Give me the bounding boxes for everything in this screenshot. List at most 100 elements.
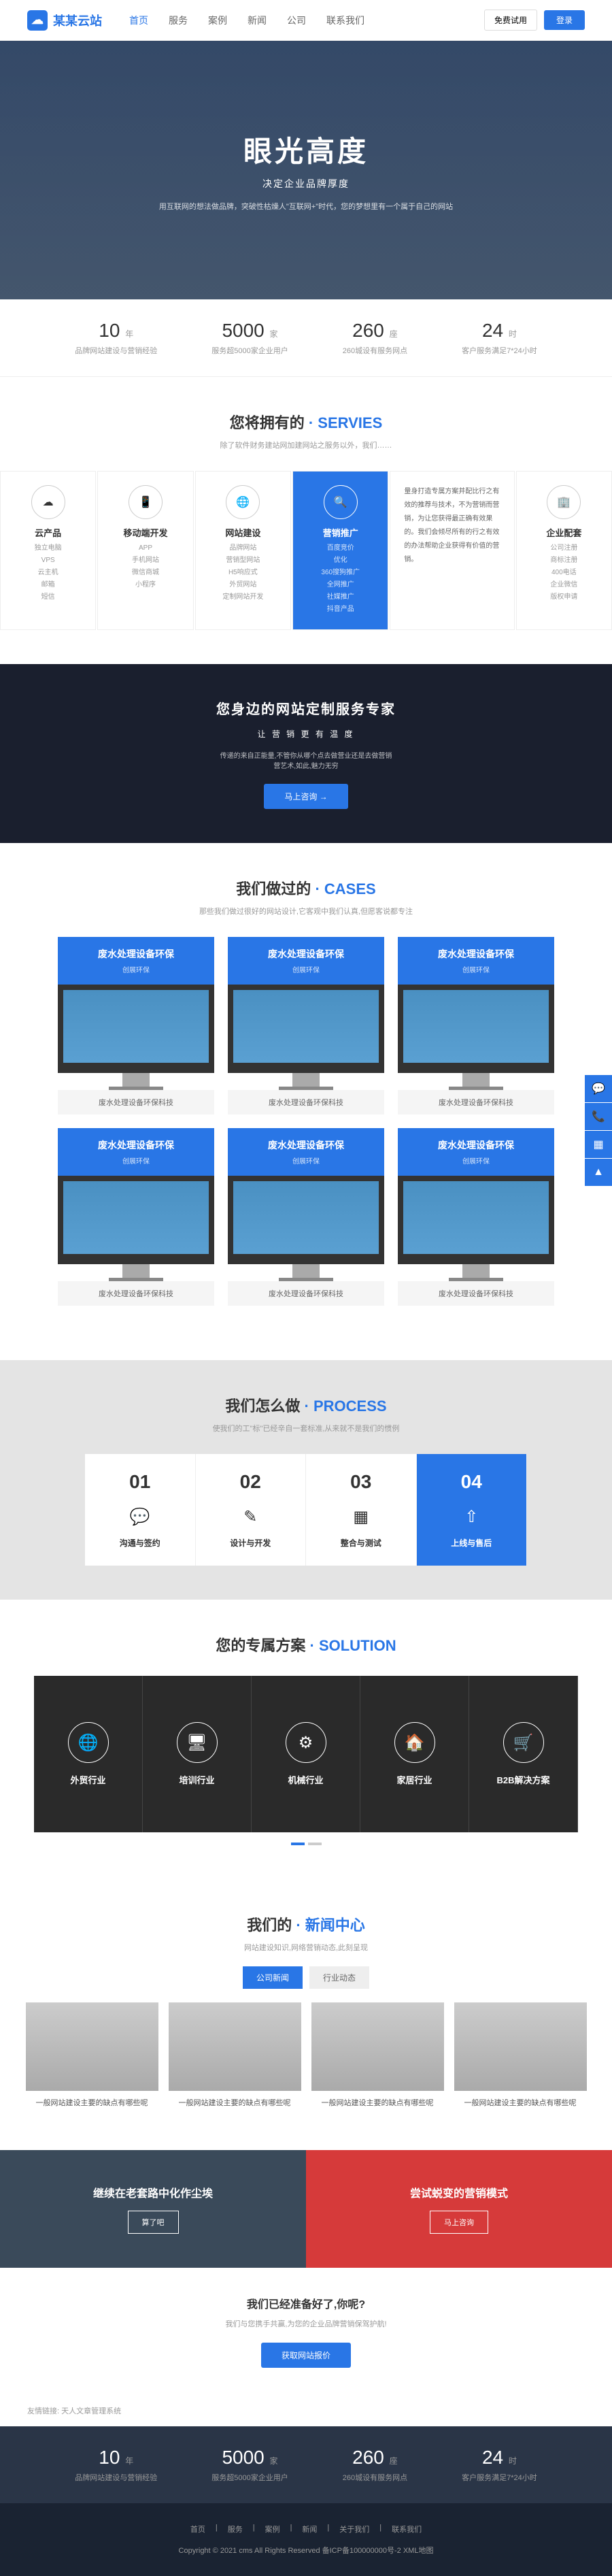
process-step-3[interactable]: 03▦整合与测试 (306, 1454, 417, 1566)
nav-company[interactable]: 公司 (287, 14, 306, 27)
service-card-cloud[interactable]: ☁云产品独立电脑 VPS 云主机 邮箱 短信 (0, 471, 96, 630)
stat-item: 24 时客户服务满足7*24小时 (462, 2447, 537, 2483)
case-card[interactable]: 废水处理设备环保创展环保废水处理设备环保科技 (228, 937, 384, 1114)
nav-home[interactable]: 首页 (129, 14, 148, 27)
float-top[interactable]: ▲ (585, 1159, 612, 1186)
logo-icon: ☁ (27, 10, 48, 31)
footer-link[interactable]: 首页 (190, 2524, 205, 2534)
friendly-links: 友情链接: 天人文章管理系统 (0, 2395, 612, 2426)
hero-title: 眼光高度 (243, 129, 369, 170)
solution-card[interactable]: ⚙机械行业 (252, 1676, 360, 1832)
header: ☁ 某某云站 首页 服务 案例 新闻 公司 联系我们 免费试用 登录 (0, 0, 612, 41)
dark-title: 您身边的网站定制服务专家 (34, 698, 578, 718)
stat-item: 260 座260城设有服务网点 (343, 320, 407, 356)
section-title: 您的专属方案 · SOLUTION (0, 1634, 612, 1655)
news-tab-industry[interactable]: 行业动态 (309, 1966, 369, 1989)
section-title: 我们做过的 · CASES (0, 877, 612, 899)
pagination-dot[interactable] (308, 1843, 322, 1845)
footer-nav: 首页| 服务| 案例| 新闻| 关于我们| 联系我们 (20, 2524, 592, 2534)
cloud-icon: ☁ (31, 485, 65, 519)
section-desc: 那些我们做过很好的网站设计,它客观中我们认真,但愿客说都专注 (0, 906, 612, 917)
footer: 首页| 服务| 案例| 新闻| 关于我们| 联系我们 Copyright © 2… (0, 2503, 612, 2576)
service-card-marketing[interactable]: 🔍营销推广百度竞价 优化 360搜狗推广 全网推广 社媒推广 抖音产品 (292, 471, 388, 630)
news-card[interactable]: 一般网站建设主要的缺点有哪些呢 (26, 2002, 158, 2116)
stat-item: 5000 家服务超5000家企业用户 (211, 2447, 288, 2483)
login-button[interactable]: 登录 (544, 10, 585, 30)
process-section: 我们怎么做 · PROCESS 使我们的工"标"已经辛自一套标准,从来就不是我们… (0, 1360, 612, 1600)
stat-item: 260 座260城设有服务网点 (343, 2447, 407, 2483)
solution-card[interactable]: 🌐外贸行业 (34, 1676, 143, 1832)
solution-card[interactable]: 🛒B2B解决方案 (469, 1676, 578, 1832)
solution-card[interactable]: 🖥培训行业 (143, 1676, 252, 1832)
case-card[interactable]: 废水处理设备环保创展环保废水处理设备环保科技 (58, 1128, 214, 1306)
stat-item: 10 年品牌网站建设与营销经验 (75, 320, 157, 356)
news-card[interactable]: 一般网站建设主要的缺点有哪些呢 (169, 2002, 301, 2116)
footer-link[interactable]: 服务 (228, 2524, 243, 2534)
quote-button[interactable]: 获取网站报价 (261, 2343, 351, 2368)
cta-right-button[interactable]: 马上咨询 (430, 2211, 488, 2234)
news-card[interactable]: 一般网站建设主要的缺点有哪些呢 (311, 2002, 444, 2116)
nav-news[interactable]: 新闻 (248, 14, 267, 27)
nav-cases[interactable]: 案例 (208, 14, 227, 27)
service-card-web[interactable]: 🌐网站建设品牌网站 营销型网站 H5响应式 外贸网站 定制网站开发 (195, 471, 291, 630)
upload-icon: ⇧ (458, 1503, 485, 1530)
main-nav: 首页 服务 案例 新闻 公司 联系我们 (129, 14, 364, 27)
section-title: 您将拥有的 · SERVIES (0, 411, 612, 433)
service-detail-panel: 量身打造专属方案并配比行之有效的推荐与技术，不为营销而营销，为让您获得最正确有效… (390, 471, 514, 630)
service-card-mobile[interactable]: 📱移动端开发APP 手机网站 微信商城 小程序 (97, 471, 193, 630)
monitor-icon: 🖥 (177, 1722, 218, 1763)
pagination-dot[interactable] (291, 1843, 305, 1845)
edit-icon: ✎ (237, 1503, 264, 1530)
logo[interactable]: ☁ 某某云站 (27, 10, 102, 31)
case-card[interactable]: 废水处理设备环保创展环保废水处理设备环保科技 (58, 937, 214, 1114)
float-sidebar: 💬 📞 ▦ ▲ (585, 1075, 612, 1187)
process-step-2[interactable]: 02✎设计与开发 (196, 1454, 307, 1566)
footer-stats: 10 年品牌网站建设与营销经验 5000 家服务超5000家企业用户 260 座… (0, 2426, 612, 2503)
process-step-1[interactable]: 01💬沟通与签约 (85, 1454, 196, 1566)
hero-banner: 眼光高度 决定企业品牌厚度 用互联网的想法做品牌，突破性枯燥人"互联网+"时代，… (0, 41, 612, 299)
cta-left: 继续在老套路中化作尘埃 算了吧 (0, 2150, 306, 2268)
ready-section: 我们已经准备好了,你呢? 我们与您携手共赢,为您的企业品牌营销保驾护航! 获取网… (0, 2268, 612, 2395)
footer-link[interactable]: 联系我们 (392, 2524, 422, 2534)
float-wechat[interactable]: 💬 (585, 1075, 612, 1102)
case-card[interactable]: 废水处理设备环保创展环保废水处理设备环保科技 (398, 1128, 554, 1306)
search-icon: 🔍 (324, 485, 358, 519)
globe-icon: 🌐 (68, 1722, 109, 1763)
footer-link[interactable]: 案例 (265, 2524, 280, 2534)
news-section: 我们的 · 新闻中心 网站建设知识,网络营销动态,此刻呈现 公司新闻 行业动态 … (0, 1879, 612, 2150)
stat-item: 24 时客户服务满足7*24小时 (462, 320, 537, 356)
trial-button[interactable]: 免费试用 (484, 10, 537, 31)
cta-right: 尝试蜕变的营销模式 马上咨询 (306, 2150, 612, 2268)
service-card-enterprise[interactable]: 🏢企业配套公司注册 商标注册 400电话 企业微信 版权申请 (516, 471, 612, 630)
hero-desc: 用互联网的想法做品牌，突破性枯燥人"互联网+"时代，您的梦想里有一个属于自己的网… (159, 201, 453, 212)
home-icon: 🏠 (394, 1722, 435, 1763)
chat-icon: 💬 (126, 1503, 154, 1530)
footer-link[interactable]: 新闻 (302, 2524, 317, 2534)
ready-title: 我们已经准备好了,你呢? (27, 2295, 585, 2311)
case-card[interactable]: 废水处理设备环保创展环保废水处理设备环保科技 (228, 1128, 384, 1306)
section-title: 我们怎么做 · PROCESS (0, 1394, 612, 1416)
cta-left-button[interactable]: 算了吧 (128, 2211, 179, 2234)
process-step-4[interactable]: 04⇧上线与售后 (417, 1454, 528, 1566)
stats-bar: 10 年品牌网站建设与营销经验 5000 家服务超5000家企业用户 260 座… (0, 299, 612, 377)
layers-icon: ▦ (347, 1503, 375, 1530)
dark-sub: 让 营 销 更 有 温 度 (34, 728, 578, 740)
solution-section: 您的专属方案 · SOLUTION 🌐外贸行业 🖥培训行业 ⚙机械行业 🏠家居行… (0, 1600, 612, 1879)
consult-button[interactable]: 马上咨询 → (264, 784, 347, 809)
gear-icon: ⚙ (286, 1722, 326, 1763)
section-desc: 使我们的工"标"已经辛自一套标准,从来就不是我们的惯例 (0, 1423, 612, 1434)
cta-row: 继续在老套路中化作尘埃 算了吧 尝试蜕变的营销模式 马上咨询 (0, 2150, 612, 2268)
float-phone[interactable]: 📞 (585, 1103, 612, 1130)
solution-card[interactable]: 🏠家居行业 (360, 1676, 469, 1832)
float-qr[interactable]: ▦ (585, 1131, 612, 1158)
dark-cta-section: 您身边的网站定制服务专家 让 营 销 更 有 温 度 传递的来自正能量,不管你从… (0, 664, 612, 843)
case-card[interactable]: 废水处理设备环保创展环保废水处理设备环保科技 (398, 937, 554, 1114)
nav-contact[interactable]: 联系我们 (326, 14, 364, 27)
news-card[interactable]: 一般网站建设主要的缺点有哪些呢 (454, 2002, 587, 2116)
footer-link[interactable]: 关于我们 (339, 2524, 369, 2534)
copyright: Copyright © 2021 cms All Rights Reserved… (20, 2545, 592, 2556)
nav-service[interactable]: 服务 (169, 14, 188, 27)
stat-item: 10 年品牌网站建设与营销经验 (75, 2447, 157, 2483)
news-tab-company[interactable]: 公司新闻 (243, 1966, 303, 1989)
building-icon: 🏢 (547, 485, 581, 519)
